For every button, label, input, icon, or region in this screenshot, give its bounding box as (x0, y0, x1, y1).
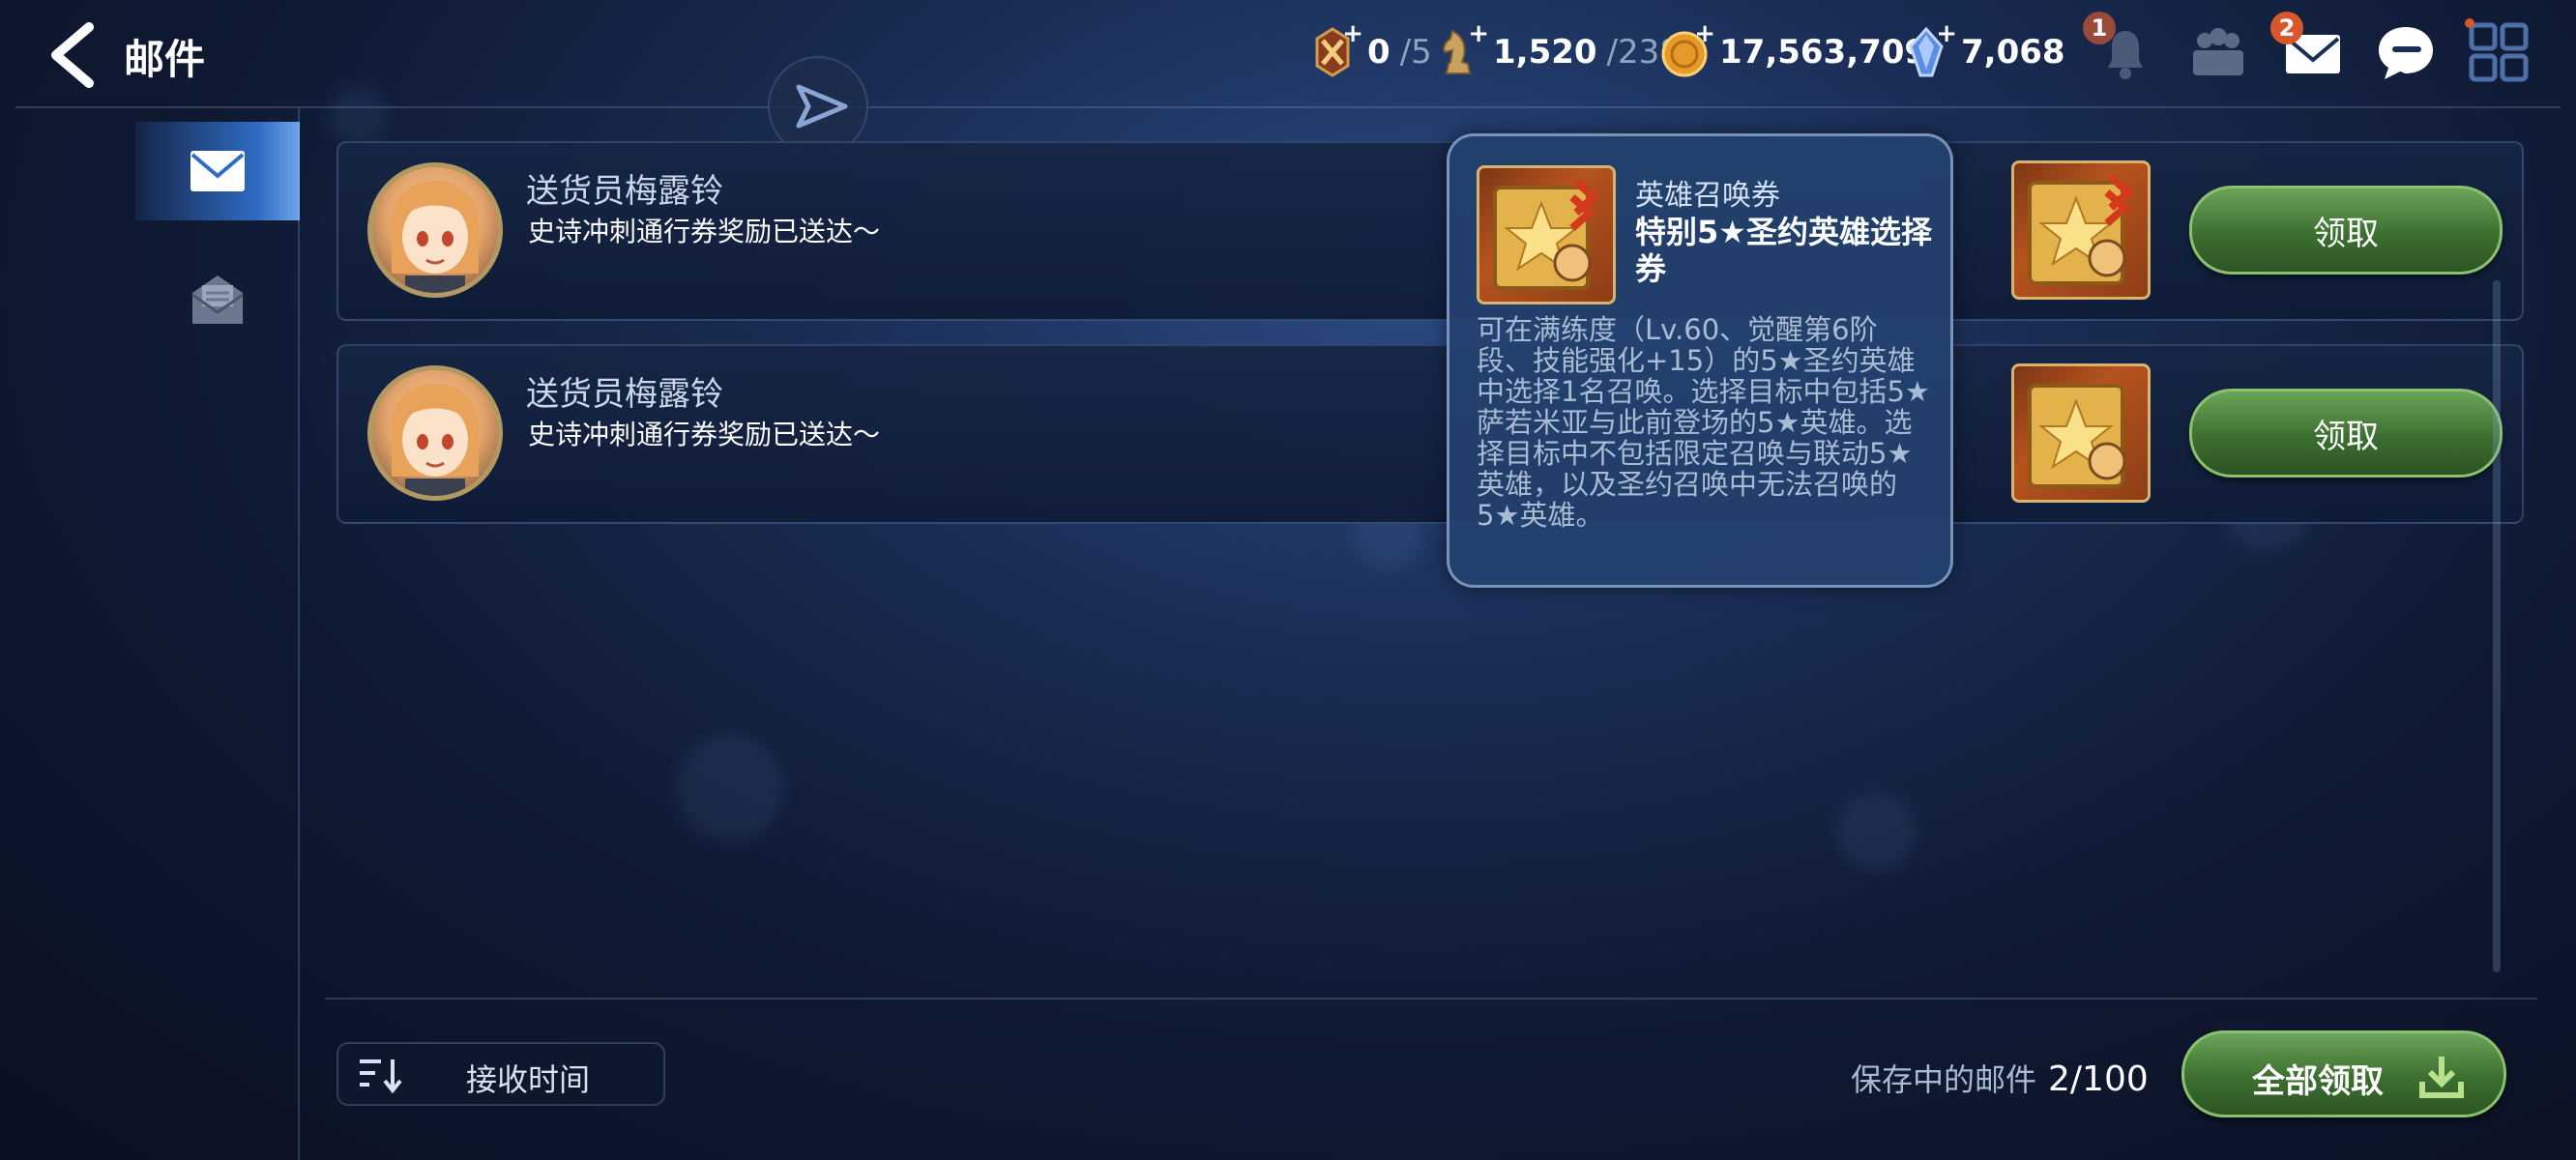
grid-menu-icon (2465, 18, 2529, 82)
gold-coin-icon: + (1659, 19, 1715, 79)
mail-envelope-icon (190, 151, 245, 191)
menu-button[interactable] (2464, 17, 2533, 87)
sort-label: 接收时间 (466, 1061, 591, 1098)
crystal-gem-icon: + (1901, 19, 1957, 79)
mail-sender: 送货员梅露铃 (526, 172, 723, 211)
summon-ticket-icon (2028, 174, 2135, 285)
resource-crystal-value: 7,068 (1961, 33, 2065, 72)
sender-avatar (367, 162, 503, 298)
notification-badge: 1 (2083, 12, 2116, 44)
resource-gold[interactable]: + 17,563,709 (1659, 19, 1928, 81)
chat-bubble-icon (2379, 27, 2433, 79)
mail-sender: 送货员梅露铃 (526, 375, 723, 414)
claim-button[interactable]: 领取 (2189, 389, 2503, 478)
mail-storage-status: 保存中的邮件 2/100 (1851, 1056, 2149, 1100)
resource-crystal[interactable]: + 7,068 (1901, 19, 2065, 81)
resource-knight-value: 1,520 (1493, 33, 1597, 72)
guild-button[interactable] (2183, 17, 2253, 87)
guild-hall-icon (2193, 28, 2243, 75)
tooltip-item-thumbnail (1477, 165, 1616, 304)
sender-avatar (367, 365, 503, 501)
mail-item[interactable]: 送货员梅露铃 史诗冲刺通行券奖励已送达～ 领取 (337, 344, 2524, 524)
summon-ticket-icon (2028, 384, 2126, 488)
mail-badge: 2 (2270, 12, 2303, 44)
reward-item-thumbnail[interactable] (2011, 363, 2151, 503)
stamina-sword-icon: + (1307, 19, 1363, 79)
back-button[interactable] (43, 21, 110, 89)
resource-stamina-max: /5 (1399, 33, 1432, 72)
claim-button[interactable]: 领取 (2189, 186, 2503, 275)
chat-button[interactable] (2371, 17, 2441, 87)
resource-stamina-value: 0 (1367, 33, 1390, 72)
summon-ticket-icon (1493, 179, 1600, 290)
download-icon (2419, 1057, 2464, 1098)
knight-piece-icon: + (1433, 19, 1489, 79)
tab-inbox[interactable] (135, 122, 300, 220)
tab-read-mail[interactable] (135, 249, 300, 348)
tooltip-category: 英雄召唤券 (1635, 179, 1780, 213)
page-title: 邮件 (124, 36, 206, 83)
tooltip-item-name: 特别5★圣约英雄选择券 (1635, 214, 1932, 287)
header-divider (15, 106, 2561, 108)
sidebar-divider (298, 108, 300, 1160)
storage-label: 保存中的邮件 (1851, 1061, 2037, 1098)
resource-gold-value: 17,563,709 (1719, 33, 1928, 72)
claim-all-label: 全部领取 (2252, 1062, 2384, 1101)
mail-message: 史诗冲刺通行券奖励已送达～ (528, 419, 881, 450)
item-tooltip: 英雄召唤券 特别5★圣约英雄选择券 可在满练度（Lv.60、觉醒第6阶段、技能强… (1447, 133, 1953, 588)
sort-button[interactable]: 接收时间 (337, 1042, 665, 1106)
mail-button[interactable]: 2 (2270, 12, 2348, 87)
reward-item-thumbnail[interactable] (2011, 160, 2151, 300)
mail-item[interactable]: 送货员梅露铃 史诗冲刺通行券奖励已送达～ 领取 (337, 141, 2524, 321)
mail-message: 史诗冲刺通行券奖励已送达～ (528, 216, 881, 247)
back-arrow-icon (51, 22, 94, 88)
sort-icon (360, 1059, 402, 1094)
tooltip-description: 可在满练度（Lv.60、觉醒第6阶段、技能强化+15）的5★圣约英雄中选择1名召… (1477, 313, 1930, 532)
claim-all-button[interactable]: 全部领取 (2181, 1030, 2506, 1117)
notification-button[interactable]: 1 (2083, 12, 2160, 87)
storage-count: 2/100 (2048, 1059, 2149, 1099)
mail-list-scrollbar[interactable] (2493, 280, 2501, 972)
resource-knight[interactable]: + 1,520/238 (1433, 19, 1681, 81)
footer-divider (325, 998, 2537, 1000)
top-bar: 邮件 + 0/5 + 1,520/238 + 17,563,709 + 7,06… (0, 0, 2576, 106)
resource-stamina[interactable]: + 0/5 (1307, 19, 1432, 81)
opened-envelope-icon (191, 276, 244, 324)
